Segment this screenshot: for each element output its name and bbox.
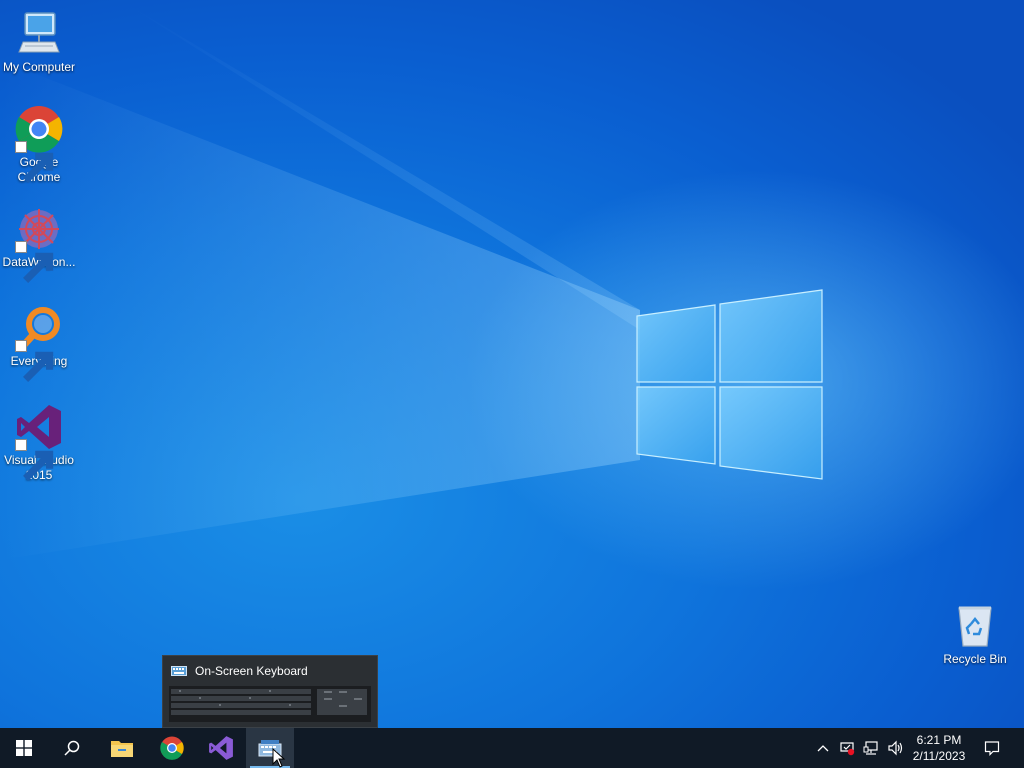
desktop-icon-label: Recycle Bin [943, 652, 1007, 666]
shortcut-arrow-icon [15, 340, 54, 382]
everything-search-icon [15, 304, 63, 382]
taskbar-thumbnail-preview[interactable]: On-Screen Keyboard [162, 655, 378, 728]
desktop-icon-datawagon[interactable]: DataWagon... [0, 205, 78, 283]
taskbar-chrome-button[interactable] [148, 728, 196, 768]
desktop-background: My Computer Google Chrome DataWagon... E… [0, 0, 1024, 728]
desktop-icon-label: My Computer [2, 60, 76, 74]
taskbar: 6:21 PM 2/11/2023 [0, 728, 1024, 768]
start-button[interactable] [0, 728, 48, 768]
security-icon [840, 742, 855, 756]
taskbar-visual-studio-button[interactable] [197, 728, 245, 768]
visual-studio-icon [209, 736, 233, 760]
clock-time: 6:21 PM [916, 733, 962, 747]
folder-icon [111, 741, 133, 757]
tray-security-button[interactable] [836, 728, 858, 768]
action-center-icon [984, 741, 1000, 756]
volume-icon [888, 740, 903, 756]
taskbar-on-screen-keyboard-button[interactable] [246, 728, 294, 768]
windows-hero-light-beams [0, 0, 823, 560]
shortcut-arrow-icon [15, 439, 54, 481]
clock-date: 2/11/2023 [912, 749, 966, 763]
network-icon [863, 741, 878, 755]
desktop-icon-visual-studio-2015[interactable]: Visual Studio 2015 [0, 403, 78, 483]
mouse-cursor-icon [272, 748, 286, 768]
shortcut-arrow-icon [15, 241, 54, 283]
visual-studio-icon [15, 403, 63, 481]
search-button[interactable] [48, 728, 96, 768]
computer-icon [15, 10, 63, 58]
desktop-icon-everything[interactable]: Everything [0, 304, 78, 382]
tray-volume-button[interactable] [884, 728, 906, 768]
chrome-icon [15, 105, 63, 183]
shortcut-arrow-icon [15, 141, 54, 183]
recycle-bin-icon [951, 602, 999, 650]
desktop-icon-recycle-bin[interactable]: Recycle Bin [936, 602, 1014, 667]
tray-network-button[interactable] [860, 728, 882, 768]
desktop-icon-my-computer[interactable]: My Computer [0, 10, 78, 75]
on-screen-keyboard-thumbnail[interactable] [169, 686, 371, 722]
desktop-icon-google-chrome[interactable]: Google Chrome [0, 105, 78, 185]
windows-logo-icon [16, 740, 32, 756]
search-icon [64, 740, 80, 756]
taskbar-clock[interactable]: 6:21 PM 2/11/2023 [906, 728, 972, 768]
action-center-button[interactable] [978, 728, 1006, 768]
keyboard-icon [171, 666, 187, 676]
chrome-icon [160, 736, 184, 760]
preview-title: On-Screen Keyboard [195, 664, 308, 678]
show-hidden-icons-button[interactable] [812, 728, 834, 768]
chevron-up-icon [817, 745, 829, 752]
datawagon-icon [15, 205, 63, 283]
windows-logo-pane [636, 289, 823, 480]
taskbar-file-explorer-button[interactable] [98, 728, 146, 768]
